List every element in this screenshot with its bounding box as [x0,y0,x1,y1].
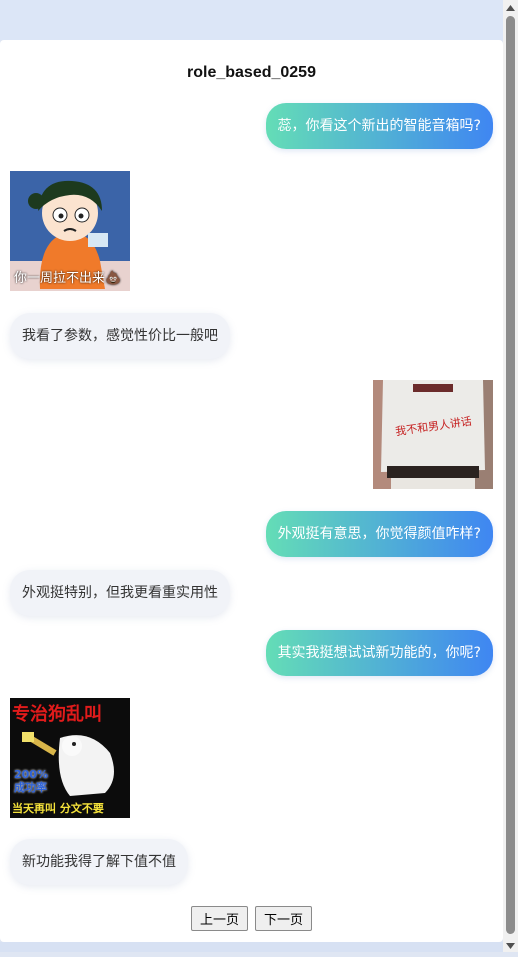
next-page-button[interactable]: 下一页 [255,906,313,931]
sticker-image: 你一周拉不出来💩 [10,171,130,291]
message-bubble-sent: 蕊，你看这个新出的智能音箱吗? [265,103,493,149]
sticker-caption: 你一周拉不出来💩 [14,271,122,286]
meme-image: 专治狗乱叫 200% 成功率 当天再叫 分文不要 [10,698,130,818]
page-title: role_based_0259 [187,64,316,81]
scroll-down-arrow-icon[interactable] [503,938,518,952]
message-bubble-sent: 其实我挺想试试新功能的，你呢? [265,630,493,676]
scrollbar[interactable] [503,0,518,952]
meme-caption-mid: 200% 成功率 [14,768,48,794]
message-bubble-received: 我看了参数，感觉性价比一般吧 [10,313,230,359]
message-bubble-received: 新功能我得了解下值不值 [10,839,188,885]
meme-caption-top: 专治狗乱叫 [12,704,102,725]
message-bubble-sent: 外观挺有意思，你觉得颜值咋样? [265,511,493,557]
top-bar [0,0,503,40]
message-bubble-received: 外观挺特别，但我更看重实用性 [10,570,230,616]
photo-image: 我不和男人讲话 [373,380,493,489]
bottom-bar [0,942,503,952]
scroll-up-arrow-icon[interactable] [503,0,518,14]
scrollbar-thumb[interactable] [506,16,515,934]
chat-panel: role_based_0259 蕊，你看这个新出的智能音箱吗? 你一周拉不出来💩… [0,40,503,942]
meme-caption-bottom: 当天再叫 分文不要 [12,802,104,815]
prev-page-button[interactable]: 上一页 [190,906,248,931]
pagination: 上一页 下一页 [0,906,503,931]
